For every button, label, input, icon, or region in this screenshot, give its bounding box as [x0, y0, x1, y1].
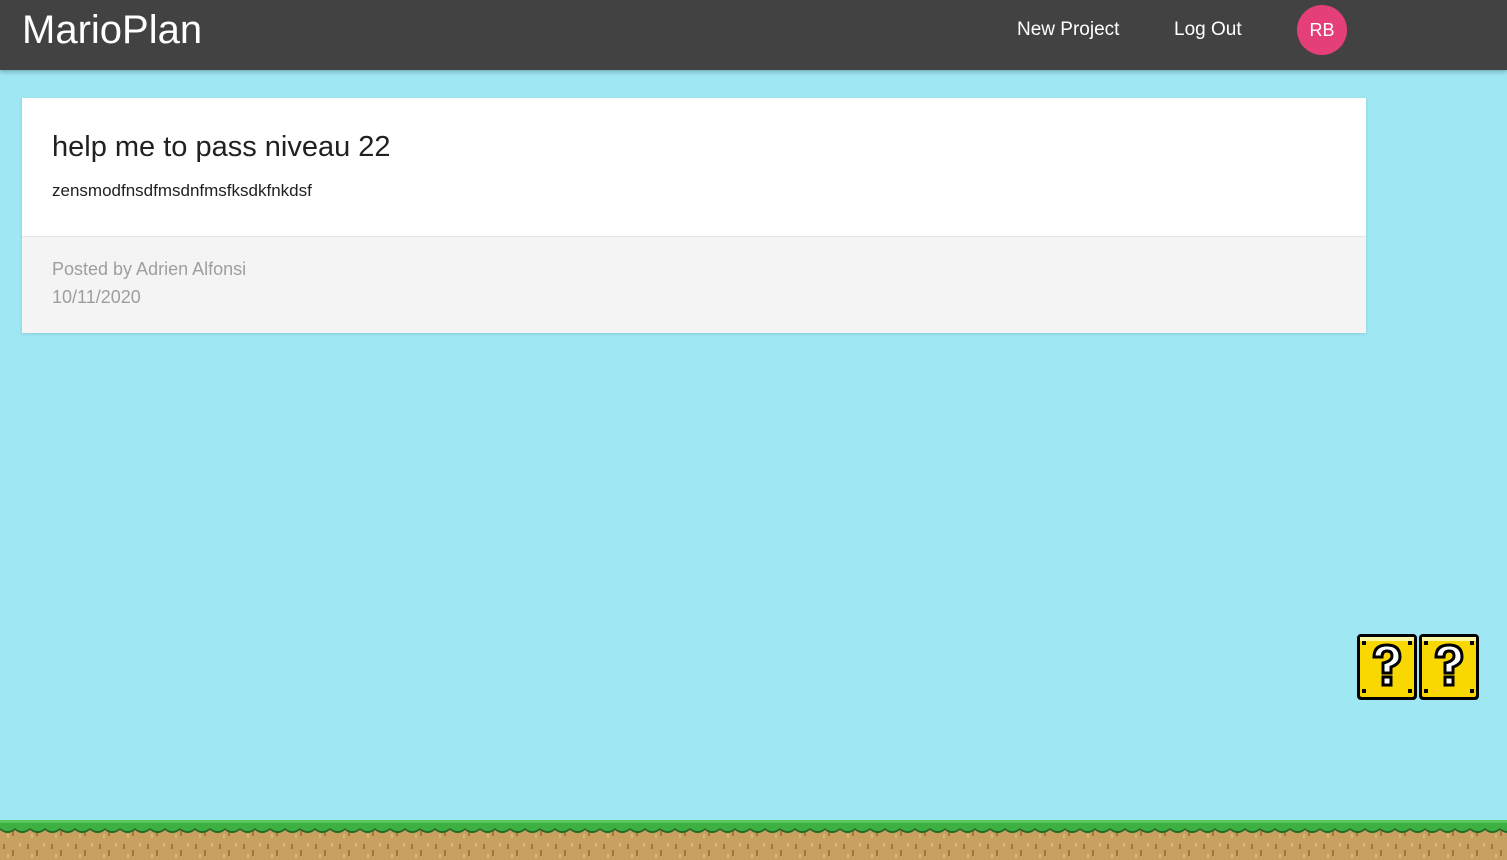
project-body: zensmodfnsdfmsdnfmsfksdkfnkdsf — [52, 181, 312, 200]
new-project-link[interactable]: New Project — [1017, 19, 1119, 41]
top-navbar: MarioPlan New Project Log Out RB — [0, 0, 1507, 70]
project-title: help me to pass niveau 22 — [52, 131, 391, 163]
project-meta: Posted by Adrien Alfonsi 10/11/2020 — [22, 237, 1366, 333]
project-content: help me to pass niveau 22 zensmodfnsdfms… — [22, 98, 1366, 237]
brand-logo-link[interactable]: MarioPlan — [22, 8, 202, 52]
grass-ground-icon — [0, 820, 1507, 860]
question-blocks — [1356, 633, 1480, 701]
question-block-icon — [1357, 634, 1479, 700]
project-details-card: help me to pass niveau 22 zensmodfnsdfms… — [22, 98, 1366, 333]
project-date: 10/11/2020 — [52, 287, 141, 307]
log-out-link[interactable]: Log Out — [1174, 19, 1242, 41]
user-avatar-button[interactable]: RB — [1297, 5, 1347, 55]
project-author: Posted by Adrien Alfonsi — [52, 259, 247, 279]
grass-ground — [0, 820, 1507, 860]
